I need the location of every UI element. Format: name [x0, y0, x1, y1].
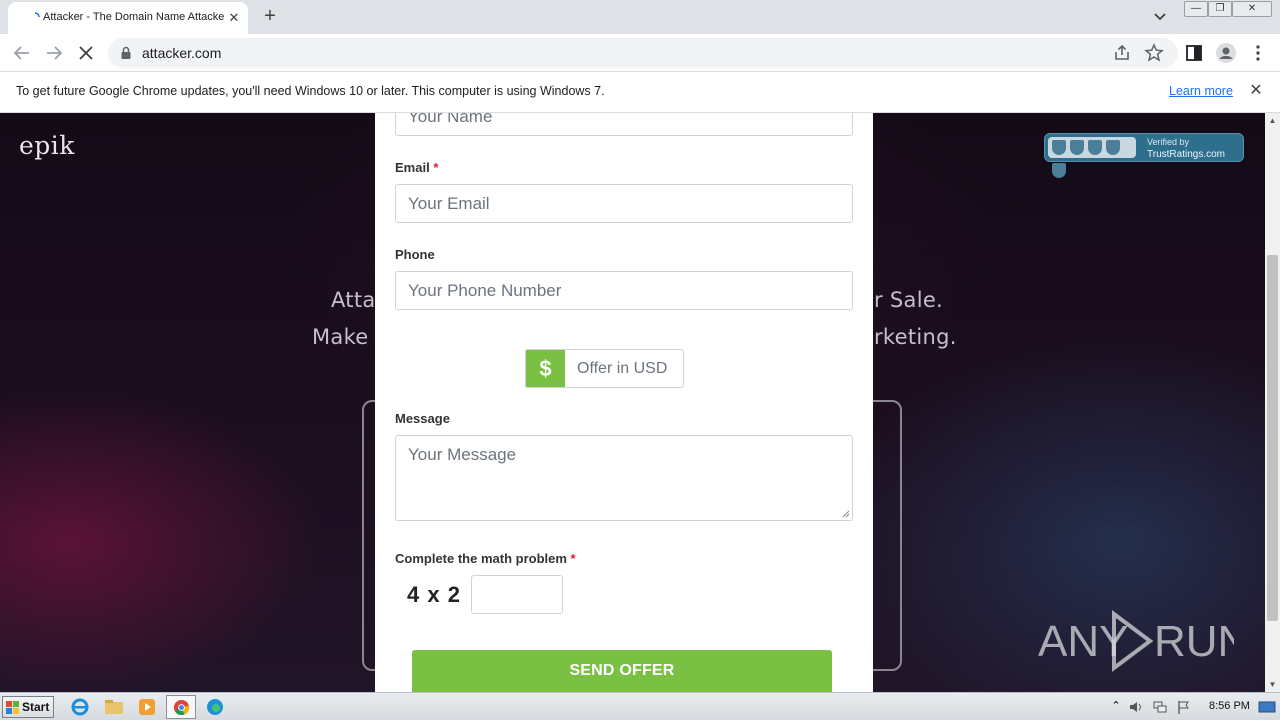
profile-avatar-icon[interactable] [1214, 41, 1238, 65]
page-scrollbar[interactable]: ▲ ▼ [1265, 113, 1280, 692]
start-button[interactable]: Start [2, 696, 54, 718]
subline-right: rketing. [874, 325, 957, 349]
address-bar[interactable]: attacker.com [108, 38, 1178, 68]
infobar-close-icon[interactable]: ✕ [1248, 82, 1264, 100]
message-label: Message [395, 411, 450, 426]
show-desktop-icon[interactable] [1258, 699, 1276, 715]
math-answer-input[interactable] [471, 575, 563, 614]
tray-expand-icon[interactable]: ⌃ [1108, 699, 1124, 715]
offer-placeholder: Offer in USD [577, 360, 668, 377]
headline-right: r Sale. [874, 288, 944, 312]
update-infobar: To get future Google Chrome updates, you… [0, 72, 1280, 113]
email-label: Email * [395, 160, 439, 175]
internet-explorer-icon[interactable] [69, 697, 91, 717]
dollar-icon: $ [526, 350, 565, 387]
new-tab-button[interactable]: + [259, 6, 281, 28]
message-placeholder: Your Message [408, 445, 517, 464]
phone-label: Phone [395, 247, 435, 262]
math-label: Complete the math problem * [395, 551, 576, 566]
trust-badge-line1: Verified by [1147, 137, 1190, 147]
forward-arrow-icon[interactable] [42, 41, 66, 65]
svg-text:RUN: RUN [1154, 617, 1234, 666]
name-input[interactable]: Your Name [395, 113, 853, 136]
bookmark-star-icon[interactable] [1142, 41, 1166, 65]
menu-dots-icon[interactable] [1246, 41, 1270, 65]
url-text: attacker.com [142, 45, 222, 61]
epik-logo[interactable]: epik [19, 131, 75, 160]
file-explorer-icon[interactable] [103, 697, 125, 717]
browser-toolbar: attacker.com [0, 34, 1280, 72]
start-label: Start [22, 700, 50, 714]
browser-tab[interactable]: Attacker - The Domain Name Attacker ✕ [8, 2, 248, 34]
side-panel-icon[interactable] [1182, 41, 1206, 65]
window-close-button[interactable]: ✕ [1232, 1, 1272, 17]
phone-input[interactable]: Your Phone Number [395, 271, 853, 310]
scrollbar-thumb[interactable] [1267, 255, 1278, 621]
network-icon[interactable] [1152, 699, 1168, 715]
stop-loading-icon[interactable] [74, 41, 98, 65]
action-center-flag-icon[interactable] [1176, 699, 1192, 715]
chevron-down-icon[interactable] [1150, 8, 1170, 26]
message-textarea[interactable]: Your Message [395, 435, 853, 521]
tab-title: Attacker - The Domain Name Attacker [43, 11, 225, 23]
resize-handle-icon[interactable] [842, 510, 850, 518]
media-player-icon[interactable] [136, 697, 158, 717]
edge-icon[interactable] [204, 697, 226, 717]
send-offer-button[interactable]: SEND OFFER [412, 650, 832, 692]
windows-taskbar: Start ⌃ 8:56 PM [0, 692, 1280, 720]
windows-logo-icon [6, 701, 19, 714]
anyrun-watermark: ANY RUN [1038, 610, 1234, 672]
trust-badge-line2: TrustRatings.com [1147, 149, 1225, 160]
infobar-message: To get future Google Chrome updates, you… [16, 84, 605, 98]
math-question: 4 x 2 [407, 582, 461, 607]
offer-form-modal: Your Name Email * Your Email Phone Your … [375, 113, 873, 692]
required-mark: * [570, 551, 576, 566]
required-mark: * [433, 160, 439, 175]
scroll-down-arrow-icon[interactable]: ▼ [1265, 677, 1280, 692]
volume-icon[interactable] [1128, 699, 1144, 715]
loading-icon [34, 12, 40, 18]
minimize-button[interactable]: — [1184, 1, 1208, 17]
trust-ratings-badge[interactable]: Verified by TrustRatings.com [1044, 133, 1244, 178]
back-arrow-icon[interactable] [10, 41, 34, 65]
maximize-button[interactable]: ❐ [1208, 1, 1232, 17]
scroll-up-arrow-icon[interactable]: ▲ [1265, 113, 1280, 128]
lock-icon[interactable] [120, 46, 132, 60]
shield-rating-icons [1048, 137, 1136, 178]
tab-strip: Attacker - The Domain Name Attacker ✕ + … [0, 0, 1280, 34]
taskbar-clock[interactable]: 8:56 PM [1209, 700, 1250, 712]
chrome-taskbar-button[interactable] [166, 695, 196, 719]
email-input[interactable]: Your Email [395, 184, 853, 223]
tab-close-icon[interactable]: ✕ [226, 10, 242, 26]
offer-amount-input[interactable]: $ Offer in USD [525, 349, 684, 388]
learn-more-link[interactable]: Learn more [1169, 84, 1233, 98]
chrome-icon [173, 699, 190, 716]
share-icon[interactable] [1110, 41, 1134, 65]
